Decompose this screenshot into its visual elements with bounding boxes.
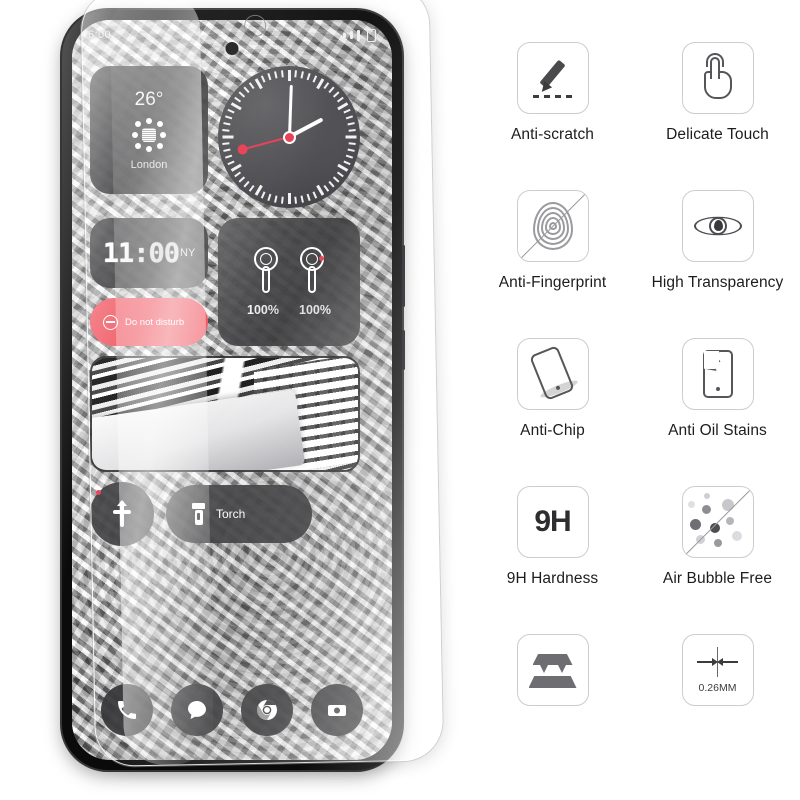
earbuds-icon [251, 247, 327, 293]
phone-body: 6:00 26° London 11:00 NY Do not disturb … [62, 10, 405, 770]
do-not-disturb-label: Do not disturb [125, 316, 185, 328]
phone-oil-stain-icon [702, 350, 733, 398]
earbuds-battery-row: 100% 100% [247, 303, 331, 317]
power-button[interactable] [402, 330, 405, 370]
status-bar-time: 6:00 [88, 29, 112, 41]
feature-icon-box [681, 338, 754, 410]
do-not-disturb-icon [103, 314, 118, 330]
message-bubble-icon [188, 701, 206, 719]
signal-bars-icon [357, 29, 360, 41]
analog-clock-icon[interactable] [218, 66, 360, 208]
feature-label: High Transparency [651, 274, 784, 291]
feature-icon-box [681, 190, 754, 262]
dock-app-phone[interactable] [101, 684, 153, 736]
sun-icon [132, 118, 166, 152]
phone-mockup: 6:00 26° London 11:00 NY Do not disturb … [0, 0, 470, 800]
clock-second-hand [242, 136, 290, 151]
widget-row-4: Torch [90, 482, 374, 546]
feature-label: Anti-Chip [520, 422, 585, 439]
feature-label: 9H Hardness [506, 570, 599, 587]
battery-icon [367, 28, 376, 42]
feature-label: Anti-Fingerprint [498, 274, 607, 291]
phone-icon [118, 701, 136, 719]
phone-drop-icon [523, 345, 583, 403]
widget-row-3 [90, 356, 374, 472]
weather-city: London [130, 159, 168, 171]
chrome-icon [256, 699, 277, 721]
weather-temperature: 26° [134, 89, 164, 110]
feature-label: Anti-scratch [510, 126, 595, 143]
widget-row-1: 26° London [90, 66, 374, 208]
layered-glass-icon [527, 650, 579, 690]
phone-screen: 6:00 26° London 11:00 NY Do not disturb … [72, 20, 392, 760]
signal-bars-icon [343, 32, 346, 38]
feature-item-thickness-icon: 0.26MM [635, 634, 800, 782]
feature-icon-box [516, 190, 589, 262]
pen-scratch-icon [530, 55, 576, 101]
notification-dot [96, 490, 101, 495]
feature-item-anti-fingerprint: Anti-Fingerprint [470, 190, 635, 338]
dock-app-camera[interactable] [311, 684, 363, 736]
feature-item-anti-chip: Anti-Chip [470, 338, 635, 486]
status-bar-indicators [343, 28, 376, 42]
feature-icon-box [681, 42, 754, 114]
thickness-value: 0.26MM [698, 681, 737, 694]
volume-button[interactable] [402, 245, 405, 307]
widget-row-2: 11:00 NY Do not disturb 100% 100% [90, 218, 374, 346]
digital-clock-time: 11:00 [102, 237, 180, 269]
flip-arrow-icon[interactable] [90, 482, 154, 546]
feature-item-anti-scratch: Anti-scratch [470, 42, 635, 190]
feature-icon-box [516, 42, 589, 114]
feature-grid: Anti-scratch Delicate Touch Anti-Fingerpri… [470, 0, 800, 800]
widget-grid: 26° London 11:00 NY Do not disturb 100% … [90, 66, 374, 556]
torch-icon [192, 503, 205, 525]
do-not-disturb-toggle[interactable]: Do not disturb [90, 298, 208, 346]
feature-icon-box [516, 338, 589, 410]
hardness-9h-icon: 9H [534, 505, 571, 538]
feature-item-anti-oil-stains: Anti Oil Stains [635, 338, 800, 486]
feature-icon-box [681, 486, 754, 558]
earbud-right-battery: 100% [299, 303, 331, 317]
feature-icon-box: 0.26MM [681, 634, 754, 706]
digital-clock-timezone: NY [180, 247, 196, 259]
feature-label: Anti Oil Stains [668, 422, 767, 439]
digital-clock-widget[interactable]: 11:00 NY [90, 218, 208, 288]
app-dock [72, 684, 392, 736]
feature-item-air-bubble-free: Air Bubble Free [635, 486, 800, 634]
feature-item-layered-glass-icon [470, 634, 635, 782]
front-camera-punchhole [225, 42, 239, 55]
feature-label: Delicate Touch [666, 126, 769, 143]
weather-widget[interactable]: 26° London [90, 66, 208, 194]
earbuds-widget[interactable]: 100% 100% [218, 218, 360, 346]
finger-tap-icon [696, 53, 740, 101]
thickness-icon: 0.26MM [688, 642, 748, 698]
camera-icon [328, 705, 346, 716]
signal-bars-icon [350, 31, 353, 39]
feature-icon-box: 9H [516, 486, 589, 558]
clock-minute-hand [287, 84, 293, 138]
feature-item-high-transparency: High Transparency [635, 190, 800, 338]
feature-item-9h-hardness: 9H 9H Hardness [470, 486, 635, 634]
feature-icon-box [516, 634, 589, 706]
clock-center-cap [284, 132, 294, 142]
torch-label: Torch [216, 507, 246, 521]
photo-widget[interactable] [90, 356, 360, 472]
eye-icon [693, 211, 742, 241]
feature-item-delicate-touch: Delicate Touch [635, 42, 800, 190]
feature-label: Air Bubble Free [662, 570, 773, 587]
dock-app-chrome[interactable] [241, 684, 293, 736]
earbud-left-battery: 100% [247, 303, 279, 317]
torch-toggle[interactable]: Torch [166, 485, 312, 543]
dock-app-messages[interactable] [171, 684, 223, 736]
